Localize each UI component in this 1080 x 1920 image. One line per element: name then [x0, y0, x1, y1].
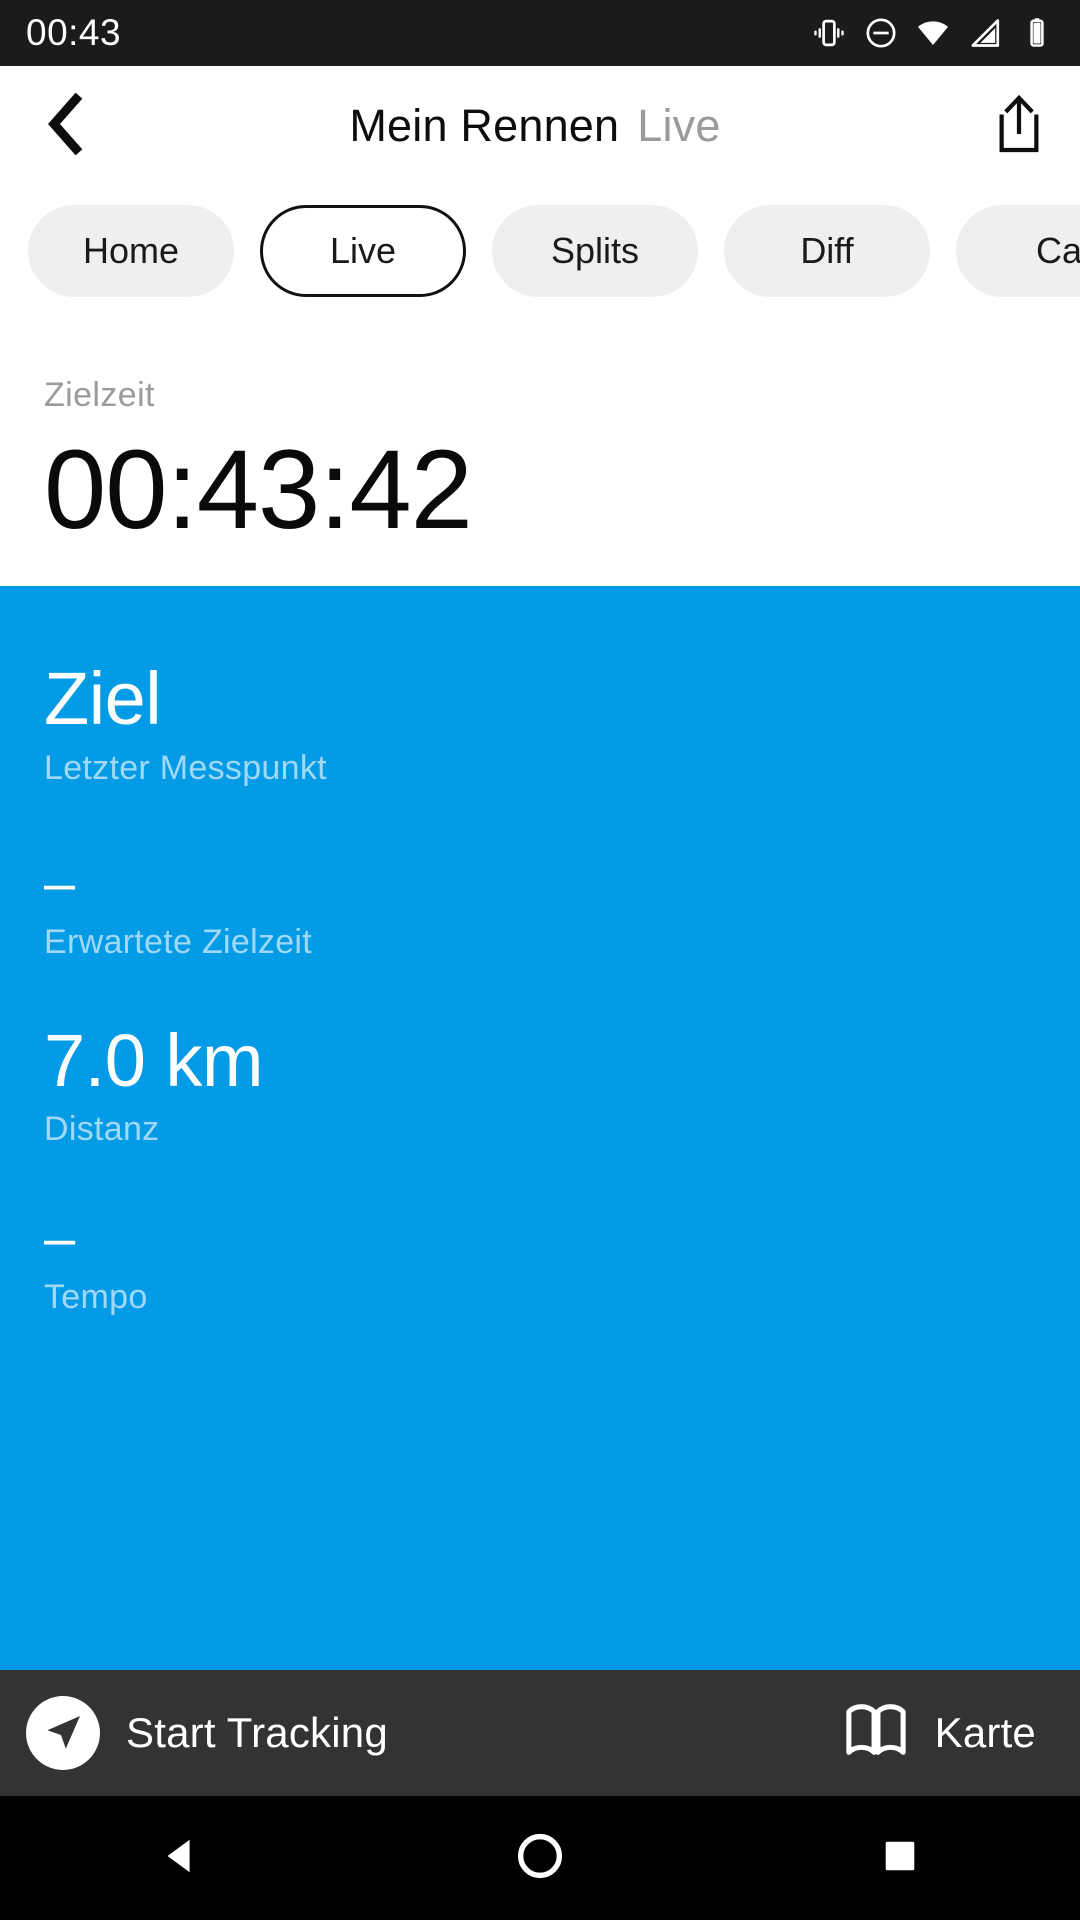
android-home-button[interactable] — [475, 1808, 605, 1908]
summary-value: 00:43:42 — [44, 427, 473, 552]
map-button[interactable]: Karte — [843, 1700, 1036, 1767]
android-recents-button[interactable] — [835, 1808, 965, 1908]
cellular-signal-icon — [968, 16, 1002, 50]
metric-pace: – Tempo — [44, 1207, 1080, 1317]
tab-label: Ca — [1035, 230, 1080, 271]
android-back-triangle-icon — [157, 1833, 203, 1884]
metric-label: Tempo — [44, 1278, 148, 1317]
summary-section: Zielzeit 00:43:42 — [0, 316, 1080, 586]
tab-bar[interactable]: Home Live Splits Diff Ca — [0, 186, 1080, 316]
live-metrics-card: Ziel Letzter Messpunkt – Erwartete Zielz… — [0, 586, 1080, 1670]
battery-icon — [1020, 16, 1054, 50]
android-recents-square-icon — [878, 1834, 922, 1883]
do-not-disturb-icon — [864, 16, 898, 50]
wifi-icon — [916, 16, 950, 50]
metric-value: – — [44, 850, 76, 914]
metric-last-checkpoint: Ziel Letzter Messpunkt — [44, 657, 1080, 788]
tab-label: Home — [82, 230, 180, 271]
tab-splits[interactable]: Splits — [492, 205, 698, 297]
vibrate-icon — [812, 16, 846, 50]
metric-label: Letzter Messpunkt — [44, 748, 327, 787]
page-subtitle: Live — [637, 100, 721, 151]
status-bar: 00:43 — [0, 0, 1080, 66]
page-title: Mein Rennen — [349, 100, 620, 151]
start-tracking-button[interactable]: Start Tracking — [26, 1696, 388, 1770]
tab-home[interactable]: Home — [28, 205, 234, 297]
navigation-arrow-icon — [26, 1696, 100, 1770]
header-title-group: Mein Rennen Live — [84, 100, 986, 152]
metric-label: Erwartete Zielzeit — [44, 922, 313, 961]
status-icon-group — [812, 16, 1054, 50]
android-back-button[interactable] — [115, 1808, 245, 1908]
metric-expected-finish-time: – Erwartete Zielzeit — [44, 850, 1080, 962]
metric-value: Ziel — [44, 657, 162, 740]
map-label: Karte — [934, 1709, 1036, 1756]
tab-label: Splits — [550, 230, 640, 271]
metric-label: Distanz — [44, 1110, 160, 1149]
bottom-toolbar: Start Tracking Karte — [0, 1670, 1080, 1796]
tab-live[interactable]: Live — [260, 205, 466, 297]
start-tracking-label: Start Tracking — [126, 1709, 388, 1756]
map-icon — [843, 1700, 909, 1767]
tab-ca[interactable]: Ca — [956, 205, 1080, 297]
android-navigation-bar — [0, 1796, 1080, 1920]
metric-value: 7.0 km — [44, 1018, 264, 1102]
status-clock: 00:43 — [26, 12, 122, 53]
tab-diff[interactable]: Diff — [724, 205, 930, 297]
summary-label: Zielzeit — [44, 376, 155, 414]
app-screen: 00:43 Mein Rennen Live Home Live Splits … — [0, 0, 1080, 1920]
app-header: Mein Rennen Live — [0, 66, 1080, 186]
tab-label: Diff — [800, 230, 854, 271]
share-button[interactable] — [986, 91, 1052, 161]
metric-value: – — [44, 1206, 76, 1270]
metric-distance: 7.0 km Distanz — [44, 1018, 1080, 1150]
share-icon — [991, 93, 1047, 160]
android-home-circle-icon — [515, 1831, 565, 1886]
tab-label: Live — [329, 230, 397, 271]
